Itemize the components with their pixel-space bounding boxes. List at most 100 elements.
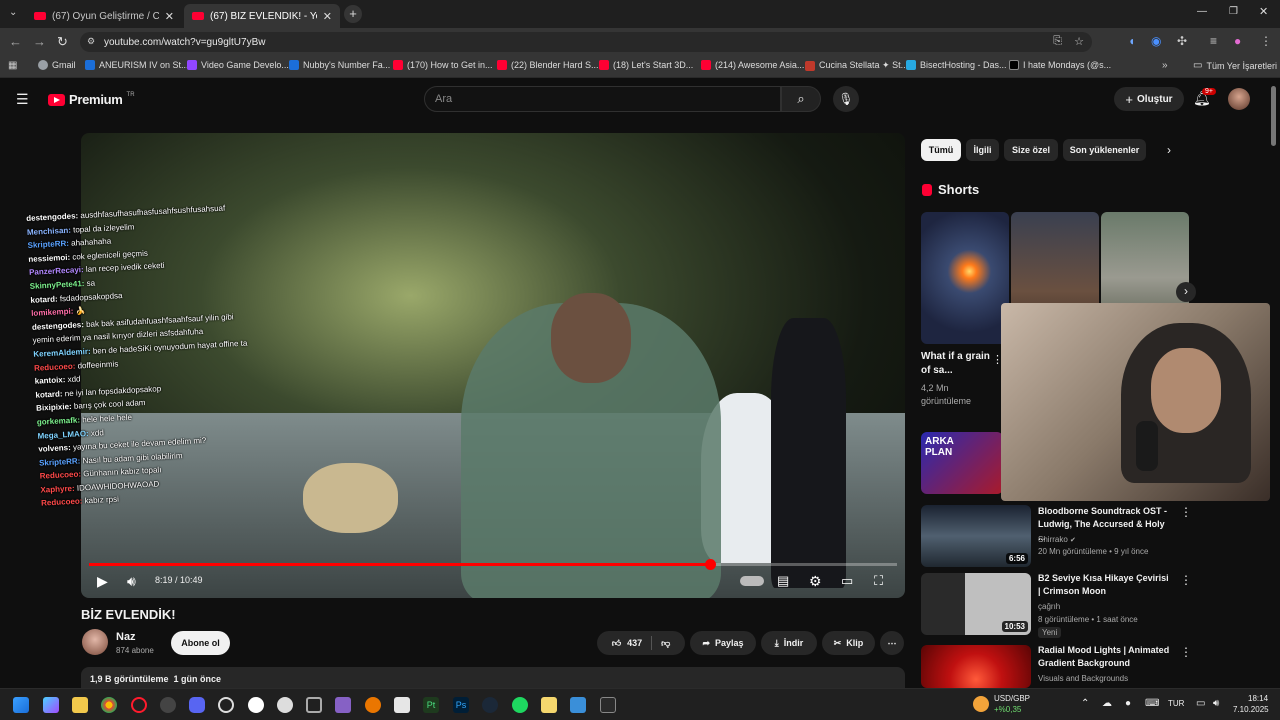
ticker-label[interactable]: USD/GBP xyxy=(994,694,1030,703)
back-icon[interactable]: ← xyxy=(9,34,22,49)
bookmark-star-icon[interactable]: ☆ xyxy=(1074,35,1084,48)
media-control-icon[interactable]: ≡ xyxy=(1210,34,1217,48)
channel-name[interactable]: Naz xyxy=(116,631,136,643)
progress-scrubber[interactable] xyxy=(704,559,716,570)
steam-icon[interactable] xyxy=(482,697,498,713)
like-button[interactable]: 👍︎ 437 xyxy=(612,638,642,649)
chip-related[interactable]: İlgili xyxy=(966,139,999,161)
volume-tray-icon[interactable]: 🔊︎ xyxy=(1213,698,1219,709)
bookmark-nubby[interactable]: Nubby's Number Fa... xyxy=(289,60,390,70)
site-info-icon[interactable]: ⚙ xyxy=(87,36,95,47)
rec-thumbnail-crimson-moon[interactable]: 10:53 xyxy=(921,573,1031,635)
bookmark-video-game-dev[interactable]: Video Game Develo... xyxy=(187,60,289,70)
search-input[interactable]: Ara xyxy=(424,86,781,112)
short-thumbnail-grain-of-sand[interactable] xyxy=(921,212,1009,344)
copilot-icon[interactable] xyxy=(43,697,59,713)
visual-studio-icon[interactable] xyxy=(335,697,351,713)
pycharm-icon[interactable]: Pt xyxy=(423,697,439,713)
app-icon[interactable] xyxy=(394,697,410,713)
opera-gx-icon[interactable] xyxy=(131,697,147,713)
bookmark-i-hate-mondays[interactable]: I hate Mondays (@s... xyxy=(1009,60,1111,70)
tray-mic-icon[interactable]: ● xyxy=(1125,698,1131,709)
bookmark-cucina[interactable]: Cucina Stellata ✦ St... xyxy=(805,60,908,71)
all-bookmarks[interactable]: ▭ Tüm Yer İşaretleri xyxy=(1193,60,1277,71)
bookmark-how-to-get-in[interactable]: (170) How to Get in... xyxy=(393,60,493,70)
bookmark-bisecthosting[interactable]: BisectHosting - Das... xyxy=(906,60,1007,70)
page-scrollbar[interactable] xyxy=(1271,86,1276,146)
photoshop-icon[interactable]: Ps xyxy=(453,697,469,713)
input-language[interactable]: TUR xyxy=(1168,699,1184,708)
progress-bar[interactable] xyxy=(89,559,897,570)
play-icon[interactable]: ▶ xyxy=(97,573,108,590)
subscribe-button[interactable]: Abone ol xyxy=(171,631,230,655)
chip-for-you[interactable]: Size özel xyxy=(1004,139,1058,161)
new-tab-button[interactable]: + xyxy=(344,5,362,23)
create-button[interactable]: + Oluştur xyxy=(1114,87,1184,111)
chip-recently-uploaded[interactable]: Son yüklenenler xyxy=(1063,139,1146,161)
search-button[interactable]: ⌕ xyxy=(781,86,821,112)
chip-scroll-right-icon[interactable]: › xyxy=(1167,143,1171,157)
forward-icon[interactable]: → xyxy=(33,34,46,49)
chrome-icon[interactable] xyxy=(101,697,117,713)
tray-app-icon[interactable]: ☁ xyxy=(1102,698,1112,709)
autoplay-toggle[interactable] xyxy=(740,576,764,586)
bookmark-blender-hard[interactable]: (22) Blender Hard S... xyxy=(497,60,599,70)
bookmark-start-3d[interactable]: (18) Let's Start 3D... xyxy=(599,60,693,70)
account-avatar[interactable] xyxy=(1228,88,1250,110)
close-tab-icon[interactable]: ✕ xyxy=(165,10,174,23)
bookmark-awesome-asia[interactable]: (214) Awesome Asia... xyxy=(701,60,804,70)
app-icon[interactable] xyxy=(218,697,234,713)
menu-kebab-icon[interactable]: ⋮ xyxy=(1260,34,1272,48)
shorts-next-icon[interactable]: › xyxy=(1176,282,1196,302)
rec-more-icon[interactable]: ⋮ xyxy=(1180,645,1192,659)
chip-all[interactable]: Tümü xyxy=(921,139,961,161)
settings-gear-icon[interactable]: ⚙ xyxy=(809,573,822,590)
apps-grid-icon[interactable]: ▦ xyxy=(8,60,17,71)
tab-biz-evlendik[interactable]: (67) BİZ EVLENDİK! - YouTube ✕ xyxy=(184,4,340,28)
blender-icon[interactable] xyxy=(365,697,381,713)
more-bookmarks-icon[interactable]: » xyxy=(1162,60,1168,71)
extension-shield-icon[interactable]: ◉ xyxy=(1151,34,1161,48)
more-actions-button[interactable]: ⋯ xyxy=(880,631,904,655)
extension-audio-icon[interactable]: ◖ xyxy=(1128,34,1135,48)
volume-icon[interactable]: 🔊︎ xyxy=(127,573,136,590)
discord-icon[interactable] xyxy=(189,697,205,713)
spotify-icon[interactable] xyxy=(512,697,528,713)
obs-icon[interactable] xyxy=(160,697,176,713)
rec-thumbnail-bloodborne[interactable]: 6:56 xyxy=(921,505,1031,567)
youtube-logo[interactable]: Premium TR xyxy=(48,92,135,107)
restore-icon[interactable]: ❐ xyxy=(1229,6,1238,17)
bookmark-gmail[interactable]: Gmail xyxy=(38,60,76,70)
install-app-icon[interactable]: ⎘ xyxy=(1053,35,1062,48)
close-window-icon[interactable]: ✕ xyxy=(1259,5,1268,18)
reload-icon[interactable]: ↻ xyxy=(57,34,68,50)
clock-time[interactable]: 18:14 xyxy=(1248,694,1268,703)
clip-button[interactable]: ✂ Klip xyxy=(822,631,875,655)
rec-title[interactable]: B2 Seviye Kısa Hikaye Çevirisi | Crimson… xyxy=(1038,572,1173,598)
subtitles-icon[interactable]: ▤ xyxy=(777,573,789,589)
tab-list-chevron-icon[interactable]: ⌄ xyxy=(9,7,17,18)
hamburger-menu-icon[interactable]: ☰ xyxy=(16,91,29,108)
download-button[interactable]: ⤓ İndir xyxy=(761,631,817,655)
rec-thumbnail-radial-mood[interactable] xyxy=(921,645,1031,688)
theater-mode-icon[interactable]: ▭ xyxy=(841,573,853,589)
share-button[interactable]: ➦ Paylaş xyxy=(690,631,756,655)
profile-icon[interactable]: ● xyxy=(1234,34,1241,48)
thumbs-down-icon[interactable]: 👎︎ xyxy=(661,638,670,649)
rec-title[interactable]: Radial Mood Lights | Animated Gradient B… xyxy=(1038,644,1173,670)
voice-search-button[interactable]: 🎙 xyxy=(833,86,859,112)
windows-start-icon[interactable] xyxy=(13,697,29,713)
channel-avatar[interactable] xyxy=(82,629,108,655)
extensions-puzzle-icon[interactable]: ✣ xyxy=(1177,34,1187,48)
short-title[interactable]: What if a grain of sa... xyxy=(921,350,991,378)
fullscreen-icon[interactable]: ⛶ xyxy=(874,573,883,589)
keyboard-icon[interactable]: ⌨ xyxy=(1145,698,1159,709)
rec-more-icon[interactable]: ⋮ xyxy=(1180,573,1192,587)
url-field[interactable]: ⚙ youtube.com/watch?v=gu9gltU7yBw ⎘ ☆ xyxy=(80,32,1092,52)
tab-oyun-gelistirme[interactable]: (67) Oyun Geliştirme / Cep Hik... ✕ xyxy=(26,4,182,28)
close-tab-icon[interactable]: ✕ xyxy=(323,10,332,23)
file-explorer-icon[interactable] xyxy=(72,697,88,713)
bookmark-aneurism[interactable]: ANEURISM IV on St... xyxy=(85,60,189,70)
rec-more-icon[interactable]: ⋮ xyxy=(1180,505,1192,519)
epic-games-icon[interactable] xyxy=(600,697,616,713)
